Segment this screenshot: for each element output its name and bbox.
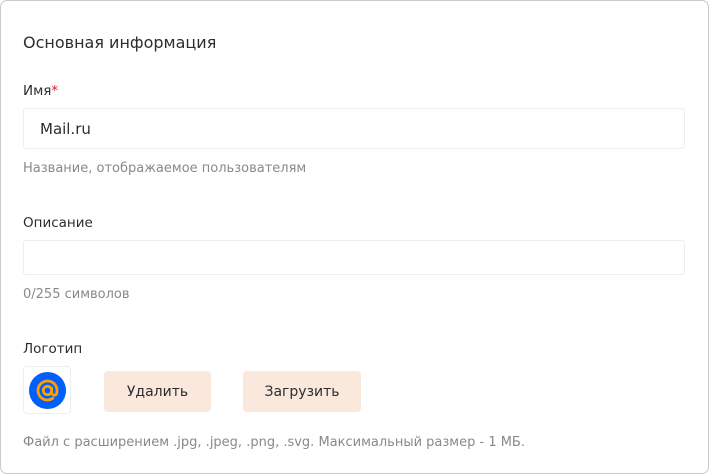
name-label: Имя*	[23, 83, 58, 99]
basic-info-card: Основная информация Имя* Название, отобр…	[0, 0, 709, 474]
description-counter: 0/255 символов	[23, 287, 130, 302]
mailru-logo-icon	[29, 372, 66, 409]
logo-hint: Файл с расширением .jpg, .jpeg, .png, .s…	[23, 435, 525, 450]
section-title: Основная информация	[23, 33, 217, 52]
name-hint: Название, отображаемое пользователям	[23, 161, 307, 176]
logo-label: Логотип	[23, 341, 83, 357]
description-input[interactable]	[23, 240, 685, 275]
upload-logo-button[interactable]: Загрузить	[243, 371, 361, 412]
description-label: Описание	[23, 215, 93, 231]
logo-preview	[23, 366, 71, 414]
name-label-text: Имя	[23, 83, 52, 99]
required-asterisk: *	[51, 83, 59, 99]
name-input[interactable]	[23, 108, 685, 149]
delete-logo-button[interactable]: Удалить	[104, 371, 211, 412]
